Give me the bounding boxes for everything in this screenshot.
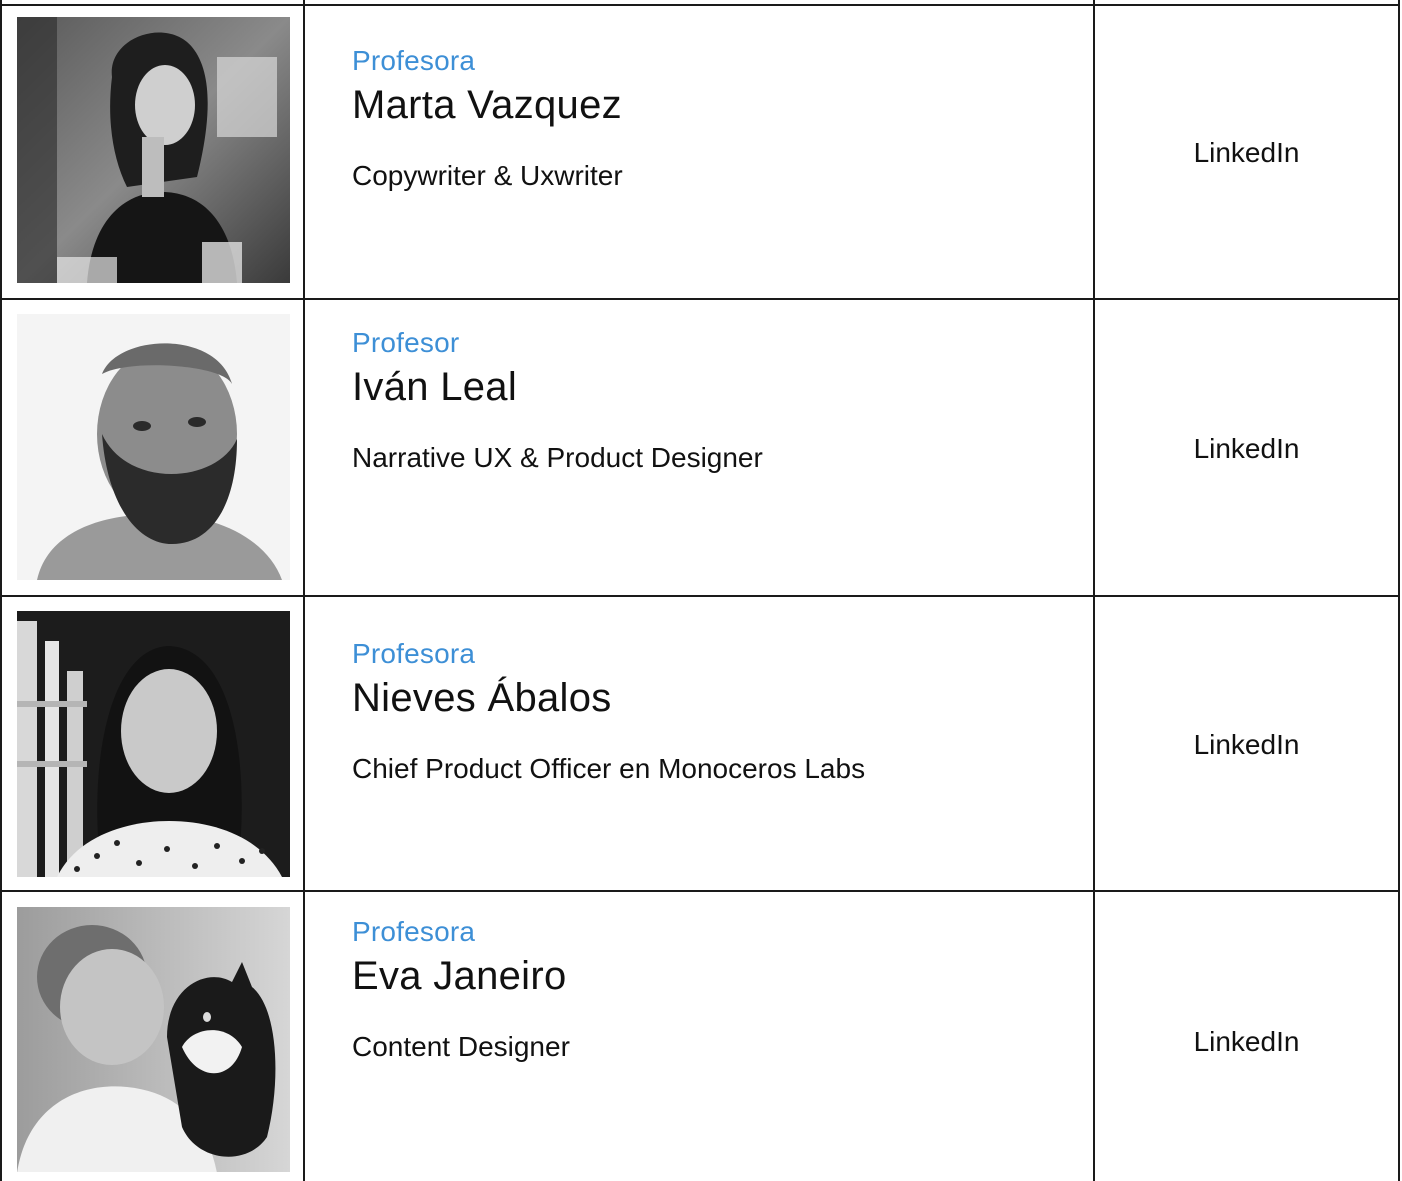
person-job-title: Content Designer	[352, 1031, 570, 1062]
person-role: Profesora	[352, 916, 476, 947]
person-name: Marta Vazquez	[352, 83, 622, 127]
table-row: Profesor Iván Leal Narrative UX & Produc…	[0, 298, 1400, 595]
linkedin-link[interactable]: LinkedIn	[1095, 432, 1398, 466]
person-job-title: Narrative UX & Product Designer	[352, 442, 763, 473]
person-info: Profesor Iván Leal Narrative UX & Produc…	[352, 327, 1072, 475]
table-row: Profesora Eva Janeiro Content Designer L…	[0, 890, 1400, 1181]
person-job-title: Copywriter & Uxwriter	[352, 160, 623, 191]
profile-photo	[17, 17, 290, 283]
person-role: Profesora	[352, 638, 476, 669]
person-info: Profesora Nieves Ábalos Chief Product Of…	[352, 638, 1072, 786]
table-row: Profesora Marta Vazquez Copywriter & Uxw…	[0, 0, 1400, 298]
person-role: Profesor	[352, 327, 460, 358]
person-name: Eva Janeiro	[352, 954, 567, 998]
profile-photo	[17, 314, 290, 580]
profile-photo	[17, 611, 290, 877]
person-name: Iván Leal	[352, 365, 518, 409]
linkedin-link[interactable]: LinkedIn	[1095, 136, 1398, 170]
person-info: Profesora Marta Vazquez Copywriter & Uxw…	[352, 45, 1072, 193]
person-job-title: Chief Product Officer en Monoceros Labs	[352, 753, 866, 784]
table-row: Profesora Nieves Ábalos Chief Product Of…	[0, 595, 1400, 890]
person-name: Nieves Ábalos	[352, 676, 612, 720]
linkedin-link[interactable]: LinkedIn	[1095, 1025, 1398, 1059]
person-info: Profesora Eva Janeiro Content Designer	[352, 916, 1072, 1064]
linkedin-link[interactable]: LinkedIn	[1095, 728, 1398, 762]
profile-photo	[17, 907, 290, 1172]
person-role: Profesora	[352, 45, 476, 76]
